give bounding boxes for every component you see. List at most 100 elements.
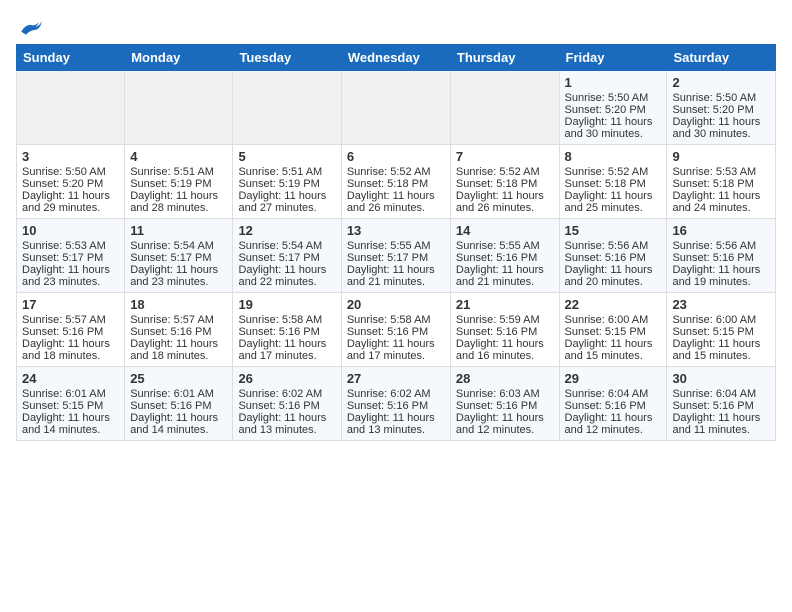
day-number: 9 — [672, 149, 770, 164]
day-number: 3 — [22, 149, 119, 164]
sunrise-text: Sunrise: 6:02 AM — [347, 388, 445, 400]
daylight-text: Daylight: 11 hours and 30 minutes. — [565, 116, 662, 140]
daylight-text: Daylight: 11 hours and 12 minutes. — [565, 412, 662, 436]
sunrise-text: Sunrise: 5:57 AM — [22, 314, 119, 326]
daylight-text: Daylight: 11 hours and 20 minutes. — [565, 264, 662, 288]
calendar-cell: 17Sunrise: 5:57 AMSunset: 5:16 PMDayligh… — [17, 293, 125, 367]
calendar-week-row: 10Sunrise: 5:53 AMSunset: 5:17 PMDayligh… — [17, 219, 776, 293]
calendar-cell: 9Sunrise: 5:53 AMSunset: 5:18 PMDaylight… — [667, 145, 776, 219]
calendar-cell: 19Sunrise: 5:58 AMSunset: 5:16 PMDayligh… — [233, 293, 341, 367]
daylight-text: Daylight: 11 hours and 30 minutes. — [672, 116, 770, 140]
sunset-text: Sunset: 5:16 PM — [238, 326, 335, 338]
sunset-text: Sunset: 5:18 PM — [672, 178, 770, 190]
sunset-text: Sunset: 5:17 PM — [347, 252, 445, 264]
sunrise-text: Sunrise: 5:59 AM — [456, 314, 554, 326]
calendar-cell: 26Sunrise: 6:02 AMSunset: 5:16 PMDayligh… — [233, 367, 341, 441]
day-number: 30 — [672, 371, 770, 386]
sunset-text: Sunset: 5:16 PM — [456, 326, 554, 338]
calendar-cell: 11Sunrise: 5:54 AMSunset: 5:17 PMDayligh… — [125, 219, 233, 293]
calendar-cell: 3Sunrise: 5:50 AMSunset: 5:20 PMDaylight… — [17, 145, 125, 219]
sunrise-text: Sunrise: 6:01 AM — [130, 388, 227, 400]
daylight-text: Daylight: 11 hours and 25 minutes. — [565, 190, 662, 214]
daylight-text: Daylight: 11 hours and 19 minutes. — [672, 264, 770, 288]
sunrise-text: Sunrise: 6:04 AM — [672, 388, 770, 400]
sunset-text: Sunset: 5:19 PM — [238, 178, 335, 190]
sunset-text: Sunset: 5:17 PM — [22, 252, 119, 264]
day-number: 20 — [347, 297, 445, 312]
day-number: 14 — [456, 223, 554, 238]
daylight-text: Daylight: 11 hours and 21 minutes. — [456, 264, 554, 288]
calendar-cell: 8Sunrise: 5:52 AMSunset: 5:18 PMDaylight… — [559, 145, 667, 219]
day-number: 13 — [347, 223, 445, 238]
calendar-header-row: SundayMondayTuesdayWednesdayThursdayFrid… — [17, 45, 776, 71]
sunrise-text: Sunrise: 5:51 AM — [238, 166, 335, 178]
calendar-cell: 12Sunrise: 5:54 AMSunset: 5:17 PMDayligh… — [233, 219, 341, 293]
day-number: 5 — [238, 149, 335, 164]
column-header-saturday: Saturday — [667, 45, 776, 71]
daylight-text: Daylight: 11 hours and 13 minutes. — [238, 412, 335, 436]
sunrise-text: Sunrise: 5:58 AM — [347, 314, 445, 326]
calendar-cell: 27Sunrise: 6:02 AMSunset: 5:16 PMDayligh… — [341, 367, 450, 441]
daylight-text: Daylight: 11 hours and 13 minutes. — [347, 412, 445, 436]
sunset-text: Sunset: 5:18 PM — [347, 178, 445, 190]
sunset-text: Sunset: 5:16 PM — [347, 326, 445, 338]
sunrise-text: Sunrise: 5:55 AM — [456, 240, 554, 252]
day-number: 16 — [672, 223, 770, 238]
sunset-text: Sunset: 5:15 PM — [565, 326, 662, 338]
daylight-text: Daylight: 11 hours and 23 minutes. — [22, 264, 119, 288]
day-number: 23 — [672, 297, 770, 312]
sunrise-text: Sunrise: 5:50 AM — [22, 166, 119, 178]
day-number: 29 — [565, 371, 662, 386]
day-number: 6 — [347, 149, 445, 164]
daylight-text: Daylight: 11 hours and 26 minutes. — [456, 190, 554, 214]
day-number: 19 — [238, 297, 335, 312]
sunrise-text: Sunrise: 5:50 AM — [565, 92, 662, 104]
sunset-text: Sunset: 5:15 PM — [672, 326, 770, 338]
sunrise-text: Sunrise: 5:56 AM — [672, 240, 770, 252]
day-number: 18 — [130, 297, 227, 312]
day-number: 4 — [130, 149, 227, 164]
sunrise-text: Sunrise: 5:56 AM — [565, 240, 662, 252]
sunset-text: Sunset: 5:16 PM — [565, 252, 662, 264]
calendar-cell: 1 Sunrise: 5:50 AMSunset: 5:20 PMDaylight… — [559, 71, 667, 145]
calendar-cell: 18Sunrise: 5:57 AMSunset: 5:16 PMDayligh… — [125, 293, 233, 367]
calendar-cell: 2Sunrise: 5:50 AMSunset: 5:20 PMDaylight… — [667, 71, 776, 145]
sunset-text: Sunset: 5:16 PM — [130, 400, 227, 412]
day-number: 1 — [565, 75, 662, 90]
calendar-cell: 20Sunrise: 5:58 AMSunset: 5:16 PMDayligh… — [341, 293, 450, 367]
day-number: 28 — [456, 371, 554, 386]
daylight-text: Daylight: 11 hours and 16 minutes. — [456, 338, 554, 362]
daylight-text: Daylight: 11 hours and 26 minutes. — [347, 190, 445, 214]
sunrise-text: Sunrise: 6:04 AM — [565, 388, 662, 400]
calendar-cell — [17, 71, 125, 145]
sunset-text: Sunset: 5:20 PM — [565, 104, 662, 116]
daylight-text: Daylight: 11 hours and 14 minutes. — [22, 412, 119, 436]
sunrise-text: Sunrise: 6:00 AM — [565, 314, 662, 326]
column-header-wednesday: Wednesday — [341, 45, 450, 71]
day-number: 22 — [565, 297, 662, 312]
sunset-text: Sunset: 5:16 PM — [565, 400, 662, 412]
calendar-cell: 16 Sunrise: 5:56 AMSunset: 5:16 PMDayligh… — [667, 219, 776, 293]
sunset-text: Sunset: 5:19 PM — [130, 178, 227, 190]
day-number: 21 — [456, 297, 554, 312]
daylight-text: Daylight: 11 hours and 22 minutes. — [238, 264, 335, 288]
calendar-week-row: 1Sunrise: 5:50 AMSunset: 5:20 PMDaylight… — [17, 71, 776, 145]
calendar-cell: 6Sunrise: 5:52 AMSunset: 5:18 PMDaylight… — [341, 145, 450, 219]
calendar-week-row: 17Sunrise: 5:57 AMSunset: 5:16 PMDayligh… — [17, 293, 776, 367]
daylight-text: Daylight: 11 hours and 14 minutes. — [130, 412, 227, 436]
sunset-text: Sunset: 5:20 PM — [672, 104, 770, 116]
daylight-text: Daylight: 11 hours and 28 minutes. — [130, 190, 227, 214]
sunset-text: Sunset: 5:18 PM — [456, 178, 554, 190]
day-number: 11 — [130, 223, 227, 238]
calendar-cell — [125, 71, 233, 145]
sunrise-text: Sunrise: 6:00 AM — [672, 314, 770, 326]
sunrise-text: Sunrise: 5:54 AM — [130, 240, 227, 252]
sunset-text: Sunset: 5:18 PM — [565, 178, 662, 190]
sunrise-text: Sunrise: 5:53 AM — [672, 166, 770, 178]
sunset-text: Sunset: 5:16 PM — [672, 252, 770, 264]
day-number: 15 — [565, 223, 662, 238]
calendar-cell: 4Sunrise: 5:51 AMSunset: 5:19 PMDaylight… — [125, 145, 233, 219]
sunrise-text: Sunrise: 6:01 AM — [22, 388, 119, 400]
day-number: 12 — [238, 223, 335, 238]
calendar-cell: 23Sunrise: 6:00 AMSunset: 5:15 PMDayligh… — [667, 293, 776, 367]
